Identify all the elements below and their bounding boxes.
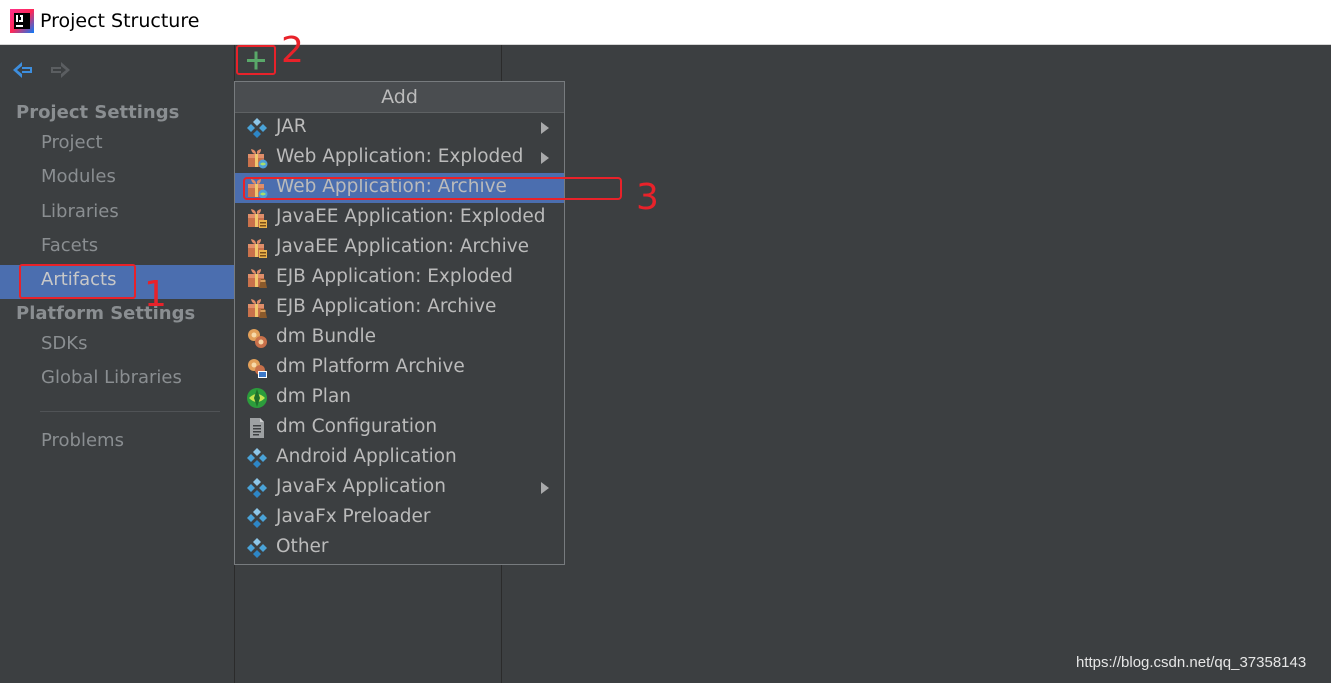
annotation-box-add [236,45,276,75]
bundle-archive-icon [246,357,268,379]
sidebar-item-label: Modules [41,166,116,187]
menu-item-label: Other [276,536,329,557]
sidebar-item-label: Libraries [41,201,119,222]
sidebar-item-sdks[interactable]: SDKs [0,329,234,363]
annotation-number-2: 2 [281,30,304,71]
submenu-arrow-icon [541,152,549,164]
intellij-app-icon [10,9,34,33]
forward-arrow-icon[interactable] [48,58,72,82]
sidebar-item-facets[interactable]: Facets [0,231,234,265]
diamond-icon [246,477,268,499]
gift-ejb-icon [246,267,268,289]
menu-item-label: Android Application [276,446,457,467]
sidebar-item-libraries[interactable]: Libraries [0,197,234,231]
sidebar-divider [40,411,220,412]
menu-item-ejb-application-archive[interactable]: EJB Application: Archive [235,293,564,323]
plan-icon [246,387,268,409]
menu-item-dm-platform-archive[interactable]: dm Platform Archive [235,353,564,383]
menu-item-label: Web Application: Exploded [276,146,524,167]
menu-item-label: JavaFx Preloader [276,506,431,527]
menu-item-label: JavaEE Application: Archive [276,236,530,257]
sidebar-item-project[interactable]: Project [0,128,234,162]
window-title: Project Structure [40,10,200,32]
section-project-settings: Project Settings [16,102,180,123]
menu-item-javafx-application[interactable]: JavaFx Application [235,473,564,503]
menu-item-label: dm Bundle [276,326,377,347]
diamond-icon [246,447,268,469]
gift-ejb-icon [246,297,268,319]
menu-item-javaee-application-exploded[interactable]: JavaEE Application: Exploded [235,203,564,233]
menu-item-javaee-application-archive[interactable]: JavaEE Application: Archive [235,233,564,263]
menu-item-javafx-preloader[interactable]: JavaFx Preloader [235,503,564,533]
annotation-box-web-archive [243,177,622,200]
menu-item-jar[interactable]: JAR [235,113,564,143]
submenu-arrow-icon [541,482,549,494]
annotation-number-1: 1 [144,274,167,315]
gift-ee-icon [246,237,268,259]
menu-item-web-application-exploded[interactable]: Web Application: Exploded [235,143,564,173]
sidebar-item-global-libraries[interactable]: Global Libraries [0,363,234,397]
sidebar-item-label: Problems [41,430,124,451]
menu-item-label: JavaEE Application: Exploded [276,206,546,227]
menu-item-label: JavaFx Application [276,476,446,497]
menu-item-ejb-application-exploded[interactable]: EJB Application: Exploded [235,263,564,293]
artifact-details-panel [502,45,1331,683]
back-arrow-icon[interactable] [11,58,35,82]
sidebar-item-modules[interactable]: Modules [0,162,234,196]
gift-ee-icon [246,207,268,229]
menu-item-label: dm Platform Archive [276,356,465,377]
title-bar: Project Structure [0,0,1331,45]
popup-title: Add [235,82,564,113]
sidebar: Project Settings Project Modules Librari… [0,45,235,683]
add-artifact-popup: Add JAR Web Application: Exploded Web Appl… [234,81,565,565]
menu-item-label: EJB Application: Exploded [276,266,513,287]
section-platform-settings: Platform Settings [16,303,196,324]
menu-item-label: EJB Application: Archive [276,296,497,317]
menu-item-dm-bundle[interactable]: dm Bundle [235,323,564,353]
document-icon [246,417,268,439]
sidebar-item-label: Global Libraries [41,367,182,388]
menu-item-dm-plan[interactable]: dm Plan [235,383,564,413]
menu-item-android-application[interactable]: Android Application [235,443,564,473]
menu-item-dm-configuration[interactable]: dm Configuration [235,413,564,443]
watermark: https://blog.csdn.net/qq_37358143 [1076,654,1307,671]
menu-item-other[interactable]: Other [235,533,564,563]
diamond-icon [246,537,268,559]
diamond-icon [246,117,268,139]
menu-item-label: dm Plan [276,386,352,407]
menu-item-label: dm Configuration [276,416,438,437]
menu-item-label: JAR [276,116,307,137]
submenu-arrow-icon [541,122,549,134]
annotation-box-artifacts [19,264,136,299]
gift-web-icon [246,147,268,169]
diamond-icon [246,507,268,529]
annotation-number-3: 3 [636,177,659,218]
sidebar-item-label: Project [41,132,103,153]
sidebar-item-label: SDKs [41,333,88,354]
sidebar-item-label: Facets [41,235,99,256]
bundle-icon [246,327,268,349]
sidebar-item-problems[interactable]: Problems [0,426,234,460]
